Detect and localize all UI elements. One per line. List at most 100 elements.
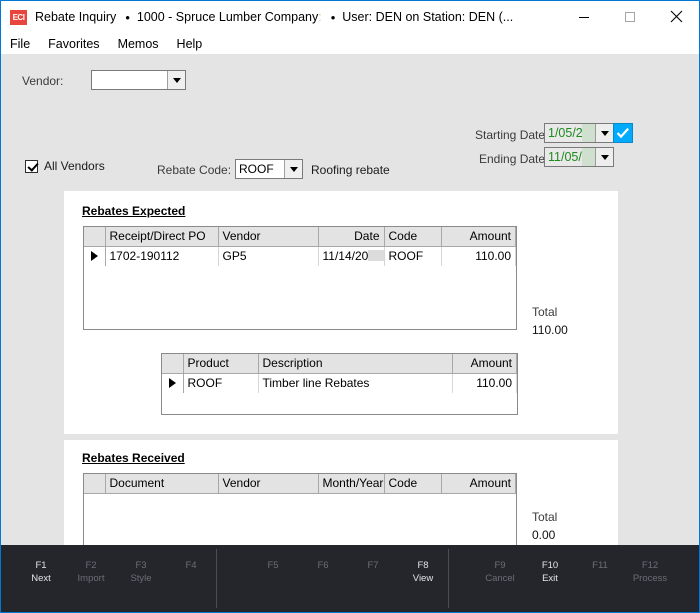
- title-bar: ECI Rebate Inquiry • 1000 - Spruce Lumbe…: [1, 1, 699, 33]
- cell-product: ROOF: [183, 373, 259, 393]
- column-header-amount[interactable]: Amount: [452, 354, 517, 374]
- function-key-f8[interactable]: F8 View: [398, 545, 448, 585]
- ending-date-value: 11/05/20: [545, 148, 582, 166]
- chevron-down-icon: [284, 160, 302, 178]
- all-vendors-label: All Vendors: [44, 159, 105, 173]
- title-company: 1000 - Spruce Lumber Company:: [136, 10, 322, 24]
- close-button[interactable]: [653, 1, 699, 32]
- column-header-month-year[interactable]: Month/Year: [318, 474, 385, 494]
- column-header-code[interactable]: Code: [384, 474, 442, 494]
- window-controls: [561, 1, 699, 32]
- cell-amount: 110.00: [441, 246, 516, 266]
- row-selector-marker: [84, 246, 106, 266]
- chevron-down-icon[interactable]: [595, 124, 613, 142]
- rebates-expected-panel: Rebates Expected Receipt/Direct PO Vendo…: [64, 191, 618, 434]
- column-header-amount[interactable]: Amount: [441, 474, 516, 494]
- function-key-f3[interactable]: F3 Style: [116, 545, 166, 585]
- maximize-button[interactable]: [607, 1, 653, 32]
- column-header-amount[interactable]: Amount: [441, 227, 516, 247]
- function-key-f11[interactable]: F11: [575, 545, 625, 572]
- menu-item-favorites[interactable]: Favorites: [48, 36, 108, 52]
- table-row[interactable]: ROOF Timber line Rebates 110.00: [162, 373, 517, 393]
- minimize-icon: [579, 16, 589, 18]
- title-separator-1: •: [125, 9, 130, 25]
- menu-item-memos[interactable]: Memos: [118, 36, 168, 52]
- app-icon: ECI: [10, 9, 27, 25]
- rebate-detail-grid[interactable]: Product Description Amount ROOF Timber l…: [161, 353, 518, 415]
- all-vendors-checkbox[interactable]: All Vendors: [25, 159, 105, 173]
- cell-code: ROOF: [384, 246, 442, 266]
- column-header-document[interactable]: Document: [105, 474, 219, 494]
- menu-item-file[interactable]: File: [10, 36, 39, 52]
- table-row[interactable]: 1702-190112 GP5 11/14/20 ROOF 110.00: [84, 246, 516, 266]
- cell-receipt-po: 1702-190112: [105, 246, 219, 266]
- cell-date: 11/14/20: [318, 246, 385, 266]
- starting-date-label: Starting Date:: [475, 128, 549, 142]
- table-header-row: Receipt/Direct PO Vendor Date Code Amoun…: [84, 227, 516, 247]
- starting-date-value: 1/05/201: [545, 124, 582, 142]
- function-key-f2[interactable]: F2 Import: [66, 545, 116, 585]
- rebates-received-title: Rebates Received: [82, 451, 185, 465]
- vendor-select-value: [92, 71, 167, 89]
- check-icon: [616, 127, 630, 139]
- vendor-label: Vendor:: [22, 74, 64, 88]
- function-key-f10[interactable]: F10 Exit: [525, 545, 575, 585]
- function-key-f6[interactable]: F6: [298, 545, 348, 572]
- function-key-f5[interactable]: F5: [248, 545, 298, 572]
- ending-date-input[interactable]: 11/05/20: [544, 147, 614, 167]
- checkbox-icon: [25, 159, 38, 173]
- title-separator-2: •: [330, 9, 336, 25]
- chevron-down-icon: [167, 71, 185, 89]
- ending-date-selection: [582, 148, 595, 166]
- column-header-vendor[interactable]: Vendor: [218, 227, 319, 247]
- title-user-station: User: DEN on Station: DEN (...: [342, 10, 514, 24]
- maximize-icon: [625, 11, 635, 22]
- rebates-received-total: Total 0.00: [532, 510, 557, 542]
- menu-bar: File Favorites Memos Help: [1, 33, 699, 54]
- function-key-group-2: F5 F6 F7 F8 View: [216, 545, 448, 612]
- date-confirm-button[interactable]: [613, 123, 633, 143]
- column-header-description[interactable]: Description: [258, 354, 453, 374]
- row-selector-header: [162, 354, 184, 374]
- ending-date-label: Ending Date:: [479, 152, 549, 166]
- total-label: Total: [532, 305, 558, 319]
- column-header-code[interactable]: Code: [384, 227, 442, 247]
- row-selector-marker: [162, 373, 184, 393]
- rebate-code-select[interactable]: ROOF: [235, 159, 303, 179]
- function-key-bar: F1 Next F2 Import F3 Style F4 F5 F6 F7 F…: [1, 545, 699, 612]
- starting-date-selection: [582, 124, 595, 142]
- function-key-f7[interactable]: F7: [348, 545, 398, 572]
- menu-item-help[interactable]: Help: [177, 36, 212, 52]
- function-key-f1[interactable]: F1 Next: [16, 545, 66, 585]
- table-header-row: Document Vendor Month/Year Code Amount: [84, 474, 516, 494]
- column-header-date[interactable]: Date: [318, 227, 385, 247]
- function-key-group-1: F1 Next F2 Import F3 Style F4: [1, 545, 216, 612]
- row-selector-header: [84, 474, 106, 494]
- vendor-select[interactable]: [91, 70, 186, 90]
- date-truncation-mask: [368, 250, 383, 261]
- column-header-vendor[interactable]: Vendor: [218, 474, 319, 494]
- filter-form: Vendor: All Vendors Rebate Code: ROOF Ro…: [1, 54, 699, 179]
- rebates-expected-grid[interactable]: Receipt/Direct PO Vendor Date Code Amoun…: [83, 226, 517, 330]
- table-header-row: Product Description Amount: [162, 354, 517, 374]
- rebate-code-description: Roofing rebate: [311, 163, 390, 177]
- column-header-receipt-po[interactable]: Receipt/Direct PO: [105, 227, 219, 247]
- starting-date-input[interactable]: 1/05/201: [544, 123, 614, 143]
- cell-vendor: GP5: [218, 246, 319, 266]
- minimize-button[interactable]: [561, 1, 607, 32]
- row-selector-header: [84, 227, 106, 247]
- client-area: Vendor: All Vendors Rebate Code: ROOF Ro…: [1, 54, 699, 582]
- total-label: Total: [532, 510, 558, 524]
- function-key-f4[interactable]: F4: [166, 545, 216, 572]
- application-window: ECI Rebate Inquiry • 1000 - Spruce Lumbe…: [0, 0, 700, 613]
- chevron-down-icon[interactable]: [595, 148, 613, 166]
- title-app-name: Rebate Inquiry: [35, 10, 117, 24]
- column-header-product[interactable]: Product: [183, 354, 259, 374]
- total-value: 0.00: [532, 528, 556, 542]
- rebates-expected-title: Rebates Expected: [82, 204, 186, 218]
- function-key-f12[interactable]: F12 Process: [625, 545, 675, 585]
- function-key-f9[interactable]: F9 Cancel: [475, 545, 525, 585]
- rebate-code-value: ROOF: [239, 162, 274, 176]
- rebate-code-label: Rebate Code:: [157, 163, 232, 177]
- cell-amount: 110.00: [452, 373, 517, 393]
